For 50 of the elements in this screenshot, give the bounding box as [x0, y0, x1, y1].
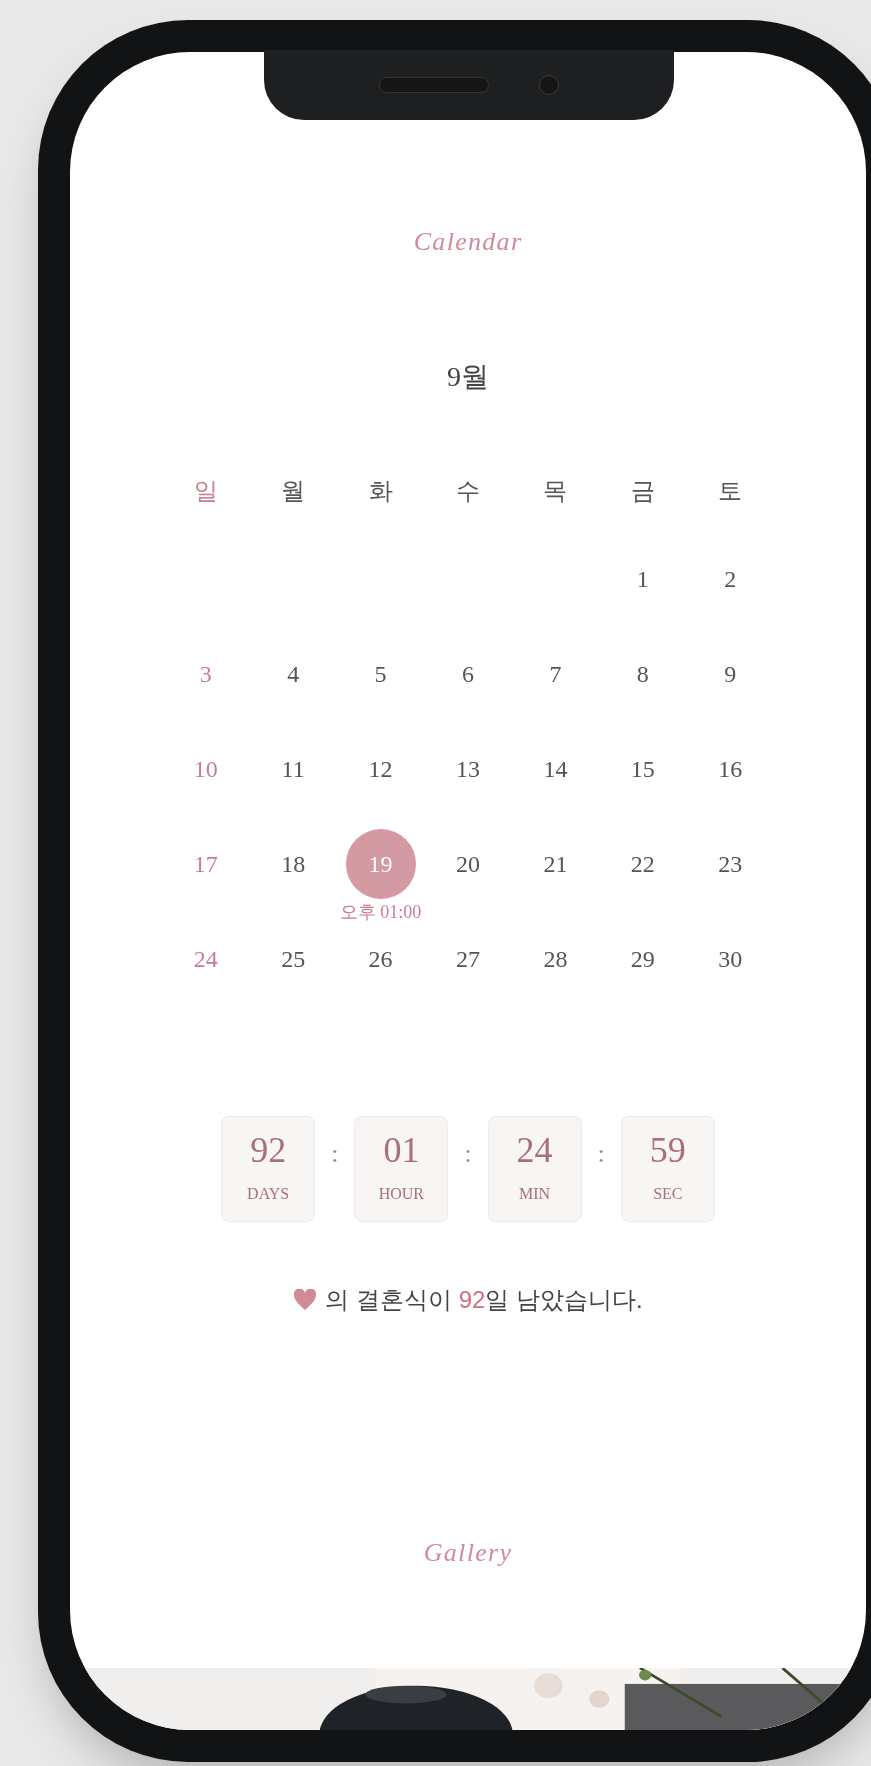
- calendar-day[interactable]: 30: [695, 923, 766, 994]
- calendar-day[interactable]: 11: [258, 733, 329, 804]
- calendar-day[interactable]: 9: [695, 638, 766, 709]
- calendar-day[interactable]: 21: [520, 828, 591, 899]
- weekday-label: 토: [718, 477, 743, 506]
- weekday-label: 목: [543, 477, 568, 506]
- countdown-label: DAYS: [247, 1184, 290, 1204]
- calendar-day[interactable]: 20: [433, 828, 503, 899]
- calendar-day[interactable]: 26: [345, 923, 416, 994]
- countdown-label: HOUR: [378, 1184, 425, 1204]
- heart-icon: [293, 1289, 318, 1311]
- section-title: Gallery: [423, 1537, 513, 1569]
- weekday-label: 화: [368, 477, 393, 506]
- calendar-day[interactable]: 7: [520, 638, 591, 709]
- weekday-label: 수: [456, 477, 480, 506]
- countdown-message: 의 결혼식이 92일 남았습니다.: [325, 1285, 643, 1315]
- calendar-day[interactable]: 2: [695, 543, 766, 614]
- weekday-label: 월: [281, 477, 306, 506]
- separator: :: [331, 1138, 339, 1170]
- section-title: Calendar: [413, 226, 523, 258]
- separator: :: [597, 1138, 605, 1170]
- calendar-day[interactable]: 13: [433, 733, 503, 804]
- calendar-day[interactable]: 1: [607, 543, 678, 614]
- calendar-day[interactable]: 4: [258, 638, 329, 709]
- calendar-day[interactable]: 23: [695, 828, 766, 899]
- countdown-value: 01: [383, 1132, 420, 1168]
- countdown-value: 59: [649, 1132, 686, 1168]
- calendar-day[interactable]: 12: [345, 733, 416, 804]
- camera-lens: [539, 75, 559, 95]
- weekday-label: 일: [193, 477, 218, 506]
- countdown-value: 24: [516, 1132, 553, 1168]
- calendar-day[interactable]: 25: [258, 923, 329, 994]
- calendar-day[interactable]: 6: [433, 638, 503, 709]
- calendar-day[interactable]: 28: [520, 923, 591, 994]
- calendar-day[interactable]: 14: [520, 733, 591, 804]
- calendar-day[interactable]: 27: [433, 923, 503, 994]
- calendar-day[interactable]: 8: [607, 638, 678, 709]
- calendar-day[interactable]: 15: [607, 733, 678, 804]
- calendar-day[interactable]: 16: [695, 733, 766, 804]
- calendar-day[interactable]: 22: [607, 828, 678, 899]
- separator: :: [464, 1138, 472, 1170]
- countdown-label: SEC: [653, 1184, 683, 1204]
- calendar-day[interactable]: 5: [345, 638, 416, 709]
- event-time: 오후 01:00: [339, 901, 422, 924]
- calendar-day[interactable]: 29: [607, 923, 678, 994]
- weekday-label: 금: [630, 477, 655, 506]
- countdown-value: 92: [250, 1132, 287, 1168]
- countdown-label: MIN: [519, 1184, 551, 1204]
- calendar-day[interactable]: 18: [258, 828, 329, 899]
- month-label: 9월: [447, 360, 489, 394]
